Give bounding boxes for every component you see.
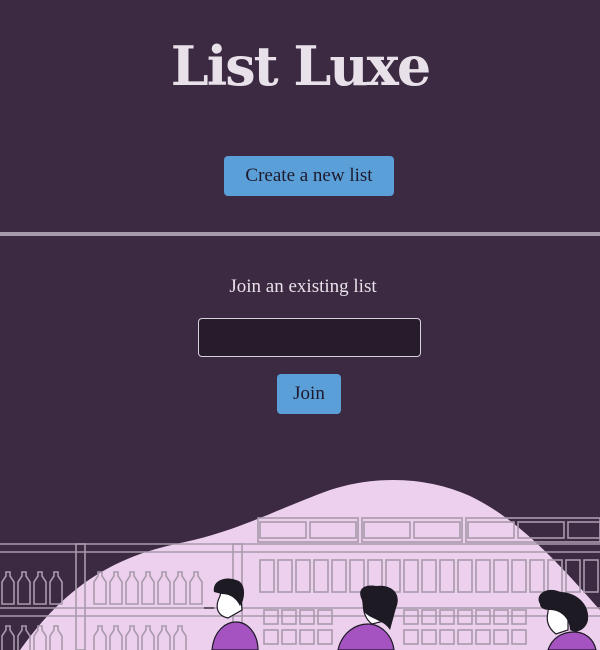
join-heading: Join an existing list	[229, 276, 377, 297]
app-title: List Luxe	[170, 34, 431, 98]
create-list-button[interactable]: Create a new list	[224, 156, 394, 196]
grocery-shoppers-illustration	[0, 479, 600, 650]
list-code-input[interactable]	[198, 318, 421, 357]
section-divider	[0, 232, 600, 236]
join-button[interactable]: Join	[277, 374, 341, 414]
